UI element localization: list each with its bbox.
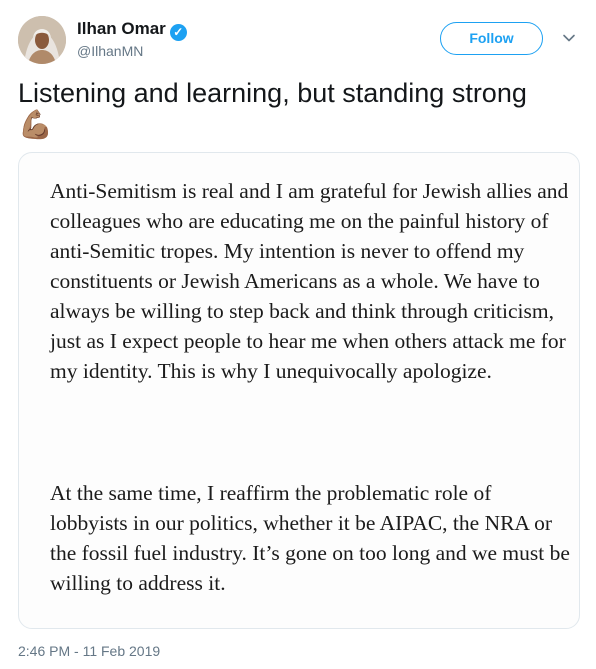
- author-handle[interactable]: @IlhanMN: [77, 43, 143, 59]
- avatar[interactable]: [18, 16, 66, 64]
- statement-image[interactable]: Anti-Semitism is real and I am grateful …: [18, 152, 580, 629]
- statement-paragraph-1: Anti-Semitism is real and I am grateful …: [50, 179, 569, 383]
- statement-paragraph-2: At the same time, I reaffirm the problem…: [50, 481, 570, 595]
- chevron-down-icon[interactable]: [561, 30, 577, 46]
- author-name[interactable]: Ilhan Omar ✓: [77, 19, 187, 41]
- verified-badge-icon: ✓: [169, 24, 187, 41]
- tweet-text: Listening and learning, but standing str…: [18, 78, 527, 108]
- follow-button[interactable]: Follow: [440, 22, 543, 55]
- tweet-timestamp[interactable]: 2:46 PM - 11 Feb 2019: [18, 643, 160, 659]
- flexed-biceps-emoji: 💪🏽: [18, 109, 53, 140]
- author-name-text: Ilhan Omar: [77, 19, 166, 38]
- avatar-image: [18, 16, 66, 64]
